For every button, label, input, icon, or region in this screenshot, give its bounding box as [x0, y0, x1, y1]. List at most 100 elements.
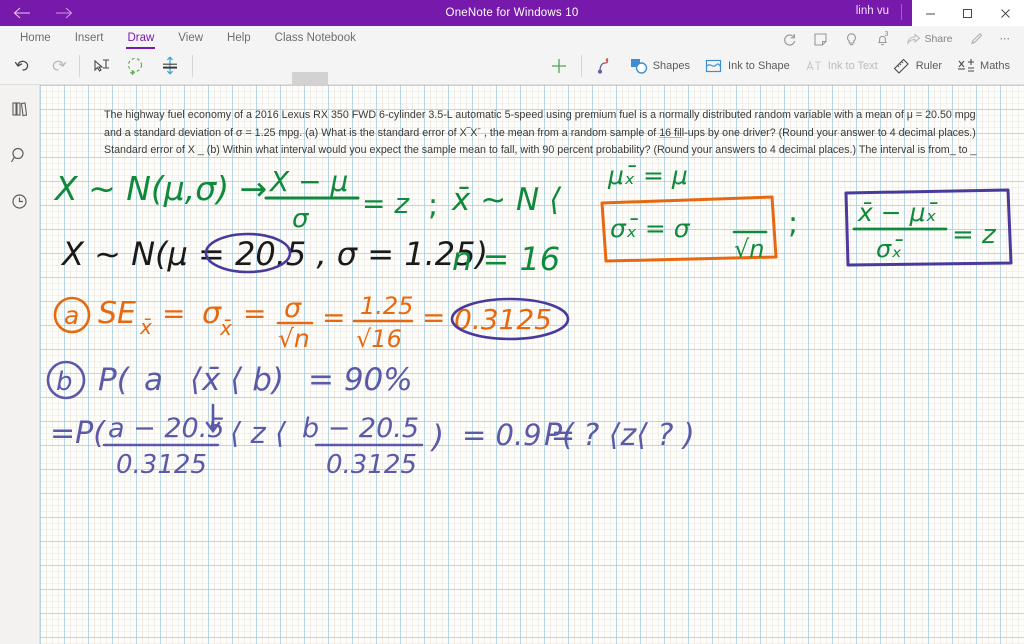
title-bar-divider — [901, 4, 902, 20]
tab-home[interactable]: Home — [8, 28, 63, 49]
insert-space-button[interactable] — [544, 53, 574, 79]
ink-answer-a: 0.3125 — [454, 303, 552, 336]
add-pen-icon[interactable] — [119, 51, 153, 81]
sticky-note-button[interactable] — [807, 28, 834, 50]
notifications-button[interactable]: 3 — [869, 28, 896, 50]
maths-button[interactable]: Maths — [950, 53, 1016, 79]
note-page-canvas[interactable]: The highway fuel economy of a 2016 Lexus… — [40, 85, 1024, 644]
ink-equals-90-percent: = 90% — [308, 362, 413, 398]
sidebar-item-notebooks[interactable] — [5, 95, 35, 123]
undo-icon[interactable] — [6, 51, 40, 81]
more-options-button[interactable]: ⋯ — [994, 28, 1017, 50]
ink-z-formula-denominator: σ — [292, 204, 310, 234]
ink-z-upper-denominator: 0.3125 — [326, 450, 417, 480]
ink-to-shape-label: Ink to Shape — [728, 60, 790, 72]
shapes-icon — [629, 57, 649, 75]
shapes-label: Shapes — [652, 60, 691, 72]
ink-sample-size: n = 16 — [452, 240, 560, 278]
tab-class-notebook[interactable]: Class Notebook — [263, 28, 368, 49]
toolbar-separator — [79, 55, 80, 77]
ink-unknown-z-probability: P( ? ⟨z⟨ ? ) — [544, 418, 695, 453]
ink-sigma-subscript: x̄ — [219, 316, 232, 340]
ink-line-a-orange: a SE x̄ = σ x̄ = σ √n = 1.25 √16 = 0.312… — [53, 292, 570, 353]
ink-z-lower-numerator: a − 20.5 — [108, 413, 224, 444]
ink-sigma-symbol: σ — [202, 296, 222, 331]
draw-toolbar-left — [6, 51, 198, 81]
ink-to-shape-button[interactable]: Ink to Shape — [698, 53, 796, 79]
redo-icon[interactable] — [40, 51, 74, 81]
ink-se-subscript: x̄ — [139, 315, 152, 339]
tab-insert[interactable]: Insert — [63, 28, 116, 49]
ink-equals-1: = — [162, 297, 185, 330]
ruler-label: Ruler — [915, 60, 943, 72]
sidebar-item-search[interactable] — [5, 141, 35, 169]
left-navigation-rail — [0, 85, 40, 644]
ink-to-shape-icon — [704, 57, 724, 75]
ink-sigma-over-sqrtn-den: √n — [278, 324, 310, 353]
lasso-select-icon[interactable] — [85, 51, 119, 81]
minimize-icon[interactable] — [914, 0, 948, 26]
ink-boxed-denominator: σₓ̄ — [876, 235, 903, 263]
ink-equals-z-1: = z — [362, 187, 410, 220]
ink-equals-2: = — [243, 297, 266, 330]
ink-z-formula-numerator: X − μ — [268, 165, 348, 198]
shapes-button[interactable]: Shapes — [623, 53, 696, 79]
ruler-button[interactable]: Ruler — [886, 53, 948, 79]
ink-equals-4: = — [422, 301, 445, 334]
ink-line-c-indigo: =P( a − 20.5 0.3125 ⟨ z ⟨ b − 20.5 0.312… — [50, 413, 695, 480]
ink-to-text-button[interactable]: Ink to Text — [798, 53, 884, 79]
ink-se-label: SE — [98, 296, 136, 331]
ink-numeric-fraction-num: 1.25 — [360, 292, 413, 320]
ink-to-text-icon — [804, 57, 824, 75]
toolbar-separator-2 — [192, 55, 193, 77]
sync-icon — [782, 32, 797, 47]
lightbulb-icon — [844, 32, 859, 47]
sync-button[interactable] — [776, 28, 803, 50]
ink-to-text-label: Ink to Text — [827, 60, 878, 72]
account-name[interactable]: linh vu — [856, 5, 889, 17]
ink-line-2-black: X ∼ N(μ = 20.5 , σ = 1.25) n = 16 — [60, 232, 560, 278]
tell-me-button[interactable] — [838, 28, 865, 50]
tab-help[interactable]: Help — [215, 28, 263, 49]
close-icon[interactable] — [988, 0, 1022, 26]
pen-button[interactable] — [963, 28, 990, 50]
tab-draw[interactable]: Draw — [115, 28, 166, 49]
handwritten-ink-layer[interactable]: X ∼ N(μ,σ) → X − μ σ = z ; x̄ ∼ N ⟨ μₓ̄ … — [40, 85, 1024, 644]
ink-label-b: b — [56, 367, 73, 397]
ink-semicolon-1: ; — [428, 188, 438, 223]
ink-prob-open-b: P( — [98, 362, 131, 398]
ruler-icon — [892, 57, 912, 75]
maths-label: Maths — [980, 60, 1010, 72]
share-button[interactable]: Share — [900, 28, 958, 50]
ink-z-lower-denominator: 0.3125 — [116, 450, 207, 480]
ribbon: Home Insert Draw View Help Class Noteboo… — [0, 26, 1024, 100]
sticky-note-icon — [813, 32, 828, 47]
ink-z-between: ⟨ z ⟨ — [230, 416, 287, 450]
sidebar-item-recent[interactable] — [5, 187, 35, 215]
share-icon — [906, 32, 921, 46]
ink-sigma-xbar-denominator: √n — [734, 235, 765, 263]
window-controls — [912, 0, 1024, 26]
ink-mu-xbar-equals-mu: μₓ̄ = μ — [607, 161, 688, 190]
ink-prefix-equals-p: =P( — [50, 416, 106, 451]
clock-icon — [12, 193, 27, 209]
ink-xbar-lt-b: ⟨x̄ ⟨ b) — [190, 362, 284, 398]
toolbar-separator-3 — [580, 55, 582, 77]
ink-numeric-fraction-den: √16 — [356, 325, 402, 353]
tab-view[interactable]: View — [166, 28, 215, 49]
ink-variable-a: a — [144, 362, 163, 398]
share-label: Share — [924, 33, 953, 45]
ink-equals-3: = — [322, 301, 345, 334]
maximize-icon[interactable] — [951, 0, 985, 26]
ink-close-paren-c: ) — [430, 419, 444, 455]
ink-boxed-numerator: x̄ − μₓ̄ — [857, 198, 938, 227]
ink-eraser-button[interactable] — [589, 53, 621, 79]
ink-z-upper-numerator: b − 20.5 — [302, 413, 419, 444]
draw-toolbar-right: Shapes Ink to Shape Ink to Text Ruler Ma… — [544, 53, 1016, 79]
maths-icon — [956, 57, 976, 75]
ink-x-dist-general: X ∼ N(μ,σ) → — [53, 169, 267, 208]
thickness-icon[interactable] — [153, 51, 187, 81]
ink-sigma-over-sqrtn-num: σ — [284, 293, 302, 324]
plus-icon — [550, 57, 568, 75]
ink-sigma-xbar-numerator: σₓ̄ = σ — [610, 214, 691, 243]
